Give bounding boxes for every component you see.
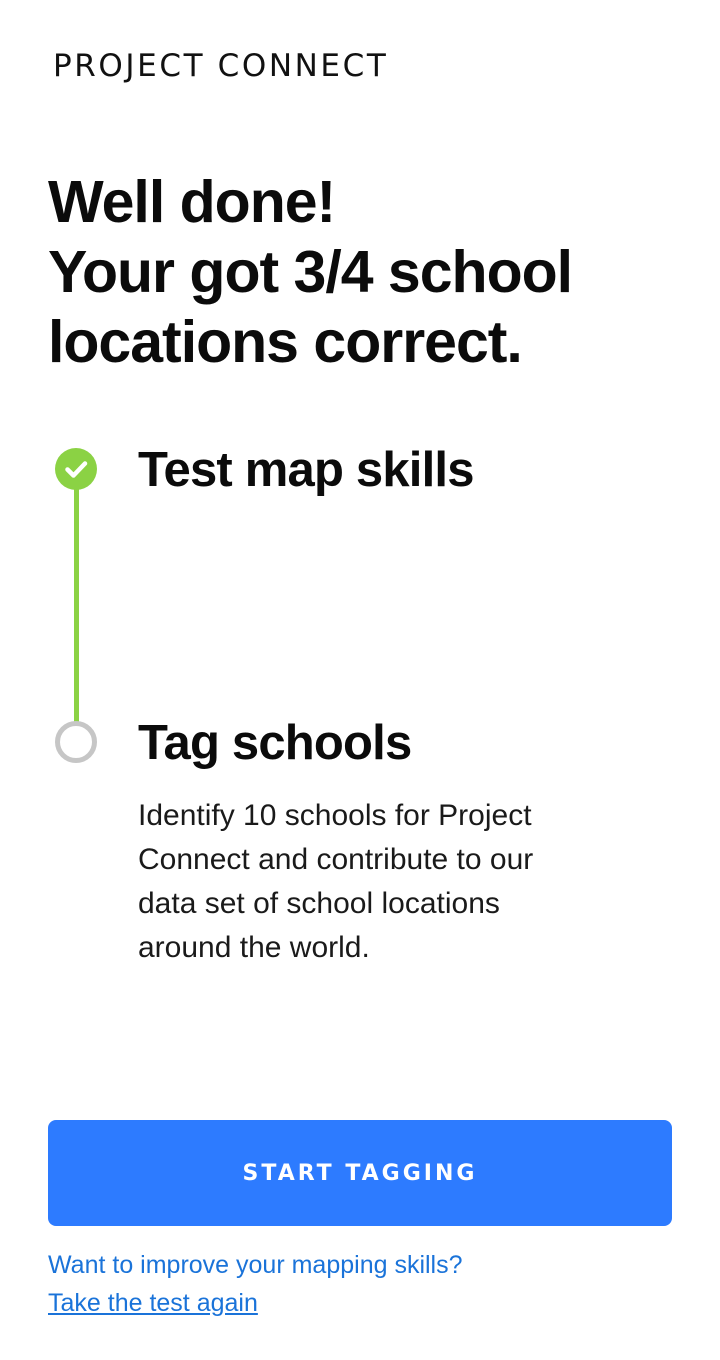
- step-title-test-map-skills: Test map skills: [138, 443, 475, 497]
- check-circle-icon: [55, 448, 97, 490]
- step-title-tag-schools: Tag schools: [138, 716, 412, 770]
- improve-skills-prompt: Want to improve your mapping skills?: [48, 1251, 463, 1279]
- headline-line-2: Your got 3/4 school: [48, 239, 573, 305]
- headline-line-1: Well done!: [48, 169, 336, 235]
- empty-circle-icon: [55, 721, 97, 763]
- stepper-connector-line: [74, 488, 79, 724]
- brand-logo-text: PROJECT CONNECT: [53, 48, 389, 84]
- result-headline: Well done! Your got 3/4 school locations…: [48, 167, 688, 377]
- start-tagging-button[interactable]: START TAGGING: [48, 1120, 672, 1226]
- headline-line-3: locations correct.: [48, 309, 523, 375]
- retake-test-link[interactable]: Take the test again: [48, 1286, 258, 1320]
- step-description-tag-schools: Identify 10 schools for Project Connect …: [138, 799, 534, 964]
